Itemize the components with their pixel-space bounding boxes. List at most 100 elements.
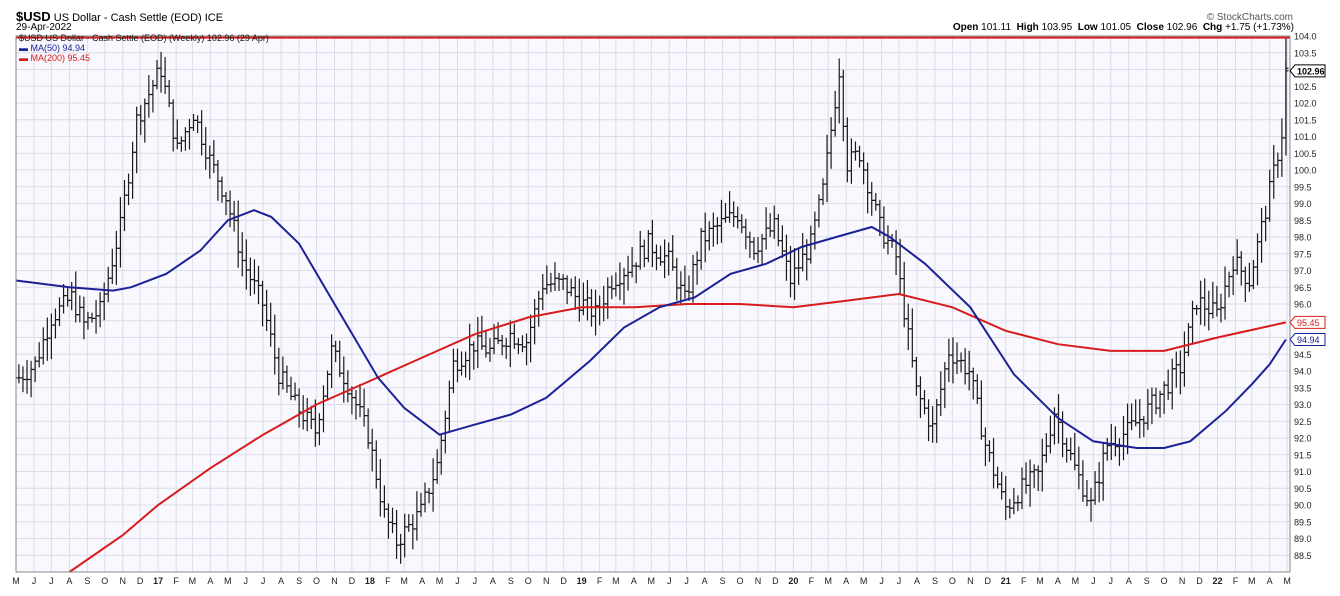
- x-tick-label: M: [1248, 576, 1256, 586]
- x-tick-label: A: [207, 576, 213, 586]
- y-axis: 88.5 89.0 89.5 90.0 90.5 91.0 91.5 92.0 92.5 93.0…: [1294, 32, 1317, 561]
- ma50-price-tag: 94.94: [1289, 333, 1326, 347]
- x-tick-label: J: [1108, 576, 1113, 586]
- x-tick-label: A: [1126, 576, 1132, 586]
- legend-ma50: ▬ MA(50) 94.94: [19, 43, 86, 53]
- x-tick-label: M: [1072, 576, 1080, 586]
- x-tick-label: O: [313, 576, 320, 586]
- x-tick-label: N: [331, 576, 338, 586]
- y-tick-label: 89.5: [1294, 517, 1312, 527]
- x-tick-label: D: [560, 576, 567, 586]
- x-tick-label: A: [66, 576, 72, 586]
- y-tick-label: 97.0: [1294, 266, 1312, 276]
- x-tick-label: M: [648, 576, 656, 586]
- x-tick-label: N: [543, 576, 550, 586]
- x-tick-label: J: [473, 576, 478, 586]
- x-tick-label: M: [400, 576, 408, 586]
- x-tick-label: O: [525, 576, 532, 586]
- x-axis: M J J A S O N D 17 F M A M J J A S O N D 18 F M A M J J A S O N D 19 F M A M…: [12, 576, 1291, 586]
- y-tick-label: 94.0: [1294, 367, 1312, 377]
- y-tick-label: 102.0: [1294, 99, 1317, 109]
- x-tick-label: S: [296, 576, 302, 586]
- y-tick-label: 100.5: [1294, 149, 1317, 159]
- x-tick-label: M: [1283, 576, 1291, 586]
- x-tick-label: M: [860, 576, 868, 586]
- y-tick-label: 98.5: [1294, 216, 1312, 226]
- x-tick-label: D: [772, 576, 779, 586]
- x-tick-label: D: [349, 576, 356, 586]
- x-tick-label: M: [12, 576, 20, 586]
- x-tick-label: S: [84, 576, 90, 586]
- x-tick-label: O: [1161, 576, 1168, 586]
- x-tick-label: J: [897, 576, 902, 586]
- y-tick-label: 101.5: [1294, 115, 1317, 125]
- x-tick-label: O: [101, 576, 108, 586]
- legend-ma200: ▬ MA(200) 95.45: [19, 53, 91, 63]
- x-tick-label: N: [119, 576, 126, 586]
- x-tick-label: 18: [365, 576, 375, 586]
- close-price-tag-label: 102.96: [1297, 66, 1325, 76]
- y-tick-label: 101.0: [1294, 132, 1317, 142]
- price-chart[interactable]: 88.5 89.0 89.5 90.0 90.5 91.0 91.5 92.0 92.5 93.0…: [0, 0, 1340, 596]
- y-tick-label: 91.5: [1294, 450, 1312, 460]
- x-tick-label: 22: [1212, 576, 1222, 586]
- y-tick-label: 93.0: [1294, 400, 1312, 410]
- x-tick-label: F: [385, 576, 391, 586]
- x-tick-label: D: [984, 576, 991, 586]
- x-tick-label: J: [667, 576, 672, 586]
- legend-price: $USD US Dollar - Cash Settle (EOD) (Week…: [19, 33, 269, 43]
- x-tick-label: M: [224, 576, 232, 586]
- x-tick-label: F: [1233, 576, 1239, 586]
- y-tick-label: 96.0: [1294, 300, 1312, 310]
- x-tick-label: F: [1021, 576, 1027, 586]
- x-tick-label: N: [1179, 576, 1186, 586]
- y-tick-label: 103.5: [1294, 48, 1317, 58]
- x-tick-label: A: [1267, 576, 1273, 586]
- x-tick-label: A: [914, 576, 920, 586]
- x-tick-label: S: [508, 576, 514, 586]
- x-tick-label: 17: [153, 576, 163, 586]
- ma200-price-tag-label: 95.45: [1297, 318, 1320, 328]
- x-tick-label: D: [1196, 576, 1203, 586]
- x-tick-label: F: [809, 576, 815, 586]
- y-tick-label: 90.5: [1294, 484, 1312, 494]
- x-tick-label: N: [755, 576, 762, 586]
- x-tick-label: M: [612, 576, 620, 586]
- x-tick-label: O: [737, 576, 744, 586]
- y-tick-label: 99.5: [1294, 182, 1312, 192]
- x-tick-label: M: [436, 576, 444, 586]
- x-tick-label: A: [631, 576, 637, 586]
- x-tick-label: A: [702, 576, 708, 586]
- y-tick-label: 97.5: [1294, 249, 1312, 259]
- x-tick-label: M: [189, 576, 197, 586]
- y-tick-label: 93.5: [1294, 383, 1312, 393]
- y-tick-label: 102.5: [1294, 82, 1317, 92]
- x-tick-label: 21: [1001, 576, 1011, 586]
- x-tick-label: S: [1144, 576, 1150, 586]
- x-tick-label: F: [173, 576, 179, 586]
- y-tick-label: 100.0: [1294, 166, 1317, 176]
- y-tick-label: 91.0: [1294, 467, 1312, 477]
- y-tick-label: 94.5: [1294, 350, 1312, 360]
- x-tick-label: A: [1055, 576, 1061, 586]
- y-tick-label: 98.0: [1294, 233, 1312, 243]
- y-tick-label: 104.0: [1294, 32, 1317, 42]
- x-tick-label: A: [490, 576, 496, 586]
- x-tick-label: 20: [788, 576, 798, 586]
- close-price-tag: 102.96: [1289, 64, 1326, 78]
- x-tick-label: M: [824, 576, 832, 586]
- x-tick-label: D: [137, 576, 144, 586]
- y-tick-label: 88.5: [1294, 551, 1312, 561]
- legend-ma50-label: MA(50) 94.94: [30, 43, 86, 53]
- y-tick-label: 92.5: [1294, 417, 1312, 427]
- legend-ma200-label: MA(200) 95.45: [30, 53, 91, 63]
- y-tick-label: 99.0: [1294, 199, 1312, 209]
- x-tick-label: S: [932, 576, 938, 586]
- x-tick-label: M: [1036, 576, 1044, 586]
- x-tick-label: A: [843, 576, 849, 586]
- x-tick-label: J: [49, 576, 54, 586]
- x-tick-label: J: [879, 576, 884, 586]
- x-tick-label: J: [261, 576, 266, 586]
- y-tick-label: 90.0: [1294, 501, 1312, 511]
- x-tick-label: A: [419, 576, 425, 586]
